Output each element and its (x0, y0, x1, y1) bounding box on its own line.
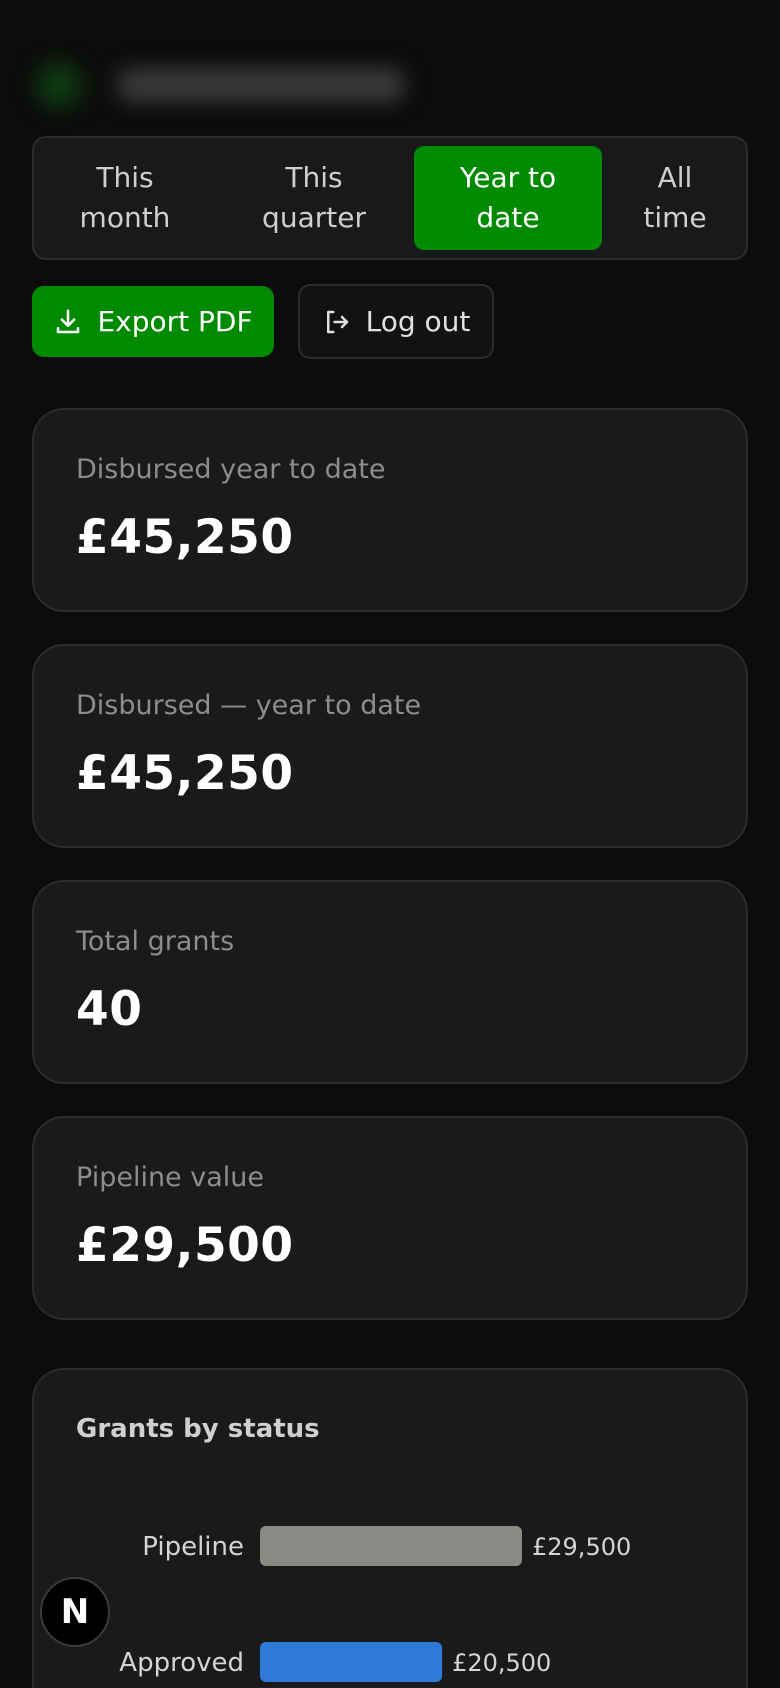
grants-by-status-chart: Pipeline £29,500 Approved £20,500 (119, 1526, 631, 1682)
stat-value: £29,500 (76, 1218, 294, 1273)
stat-label: Disbursed — year to date (76, 690, 422, 721)
stat-label: Total grants (76, 926, 235, 957)
category-label: Approved (119, 1648, 244, 1678)
stat-value: £45,250 (76, 510, 294, 565)
stat-label: Disbursed year to date (76, 454, 386, 485)
log-out-label: Log out (365, 305, 471, 338)
nextjs-badge-button[interactable]: N (40, 1577, 110, 1647)
tab-this-quarter[interactable]: This quarter (232, 146, 396, 250)
value-label: £20,500 (452, 1649, 551, 1677)
tab-label-line1: Year to (459, 161, 557, 194)
app-logo-icon (36, 62, 82, 108)
dashboard-page: This month This quarter Year to date All tim… (0, 0, 780, 1688)
bar-pipeline (260, 1526, 522, 1566)
stat-card-pipeline-value: Pipeline value £29,500 (32, 1116, 748, 1320)
stat-card-disbursed-ytd-2: Disbursed — year to date £45,250 (32, 644, 748, 848)
stat-value: £45,250 (76, 746, 294, 801)
period-tabs: This month This quarter Year to date All tim… (32, 136, 748, 260)
tab-label-line2: month (79, 201, 171, 234)
stat-label: Pipeline value (76, 1162, 264, 1193)
stat-value: 40 (76, 982, 143, 1037)
export-pdf-button[interactable]: Export PDF (32, 286, 274, 357)
tab-all-time[interactable]: All time (620, 146, 730, 250)
log-out-button[interactable]: Log out (298, 284, 494, 359)
download-icon (57, 309, 80, 333)
tab-label-line1: This (96, 161, 154, 194)
bar-approved (260, 1642, 443, 1682)
grants-by-status-card: Grants by status Pipeline £29,500 Approved… (32, 1368, 748, 1688)
tab-label-line1: This (285, 161, 343, 194)
tab-year-to-date[interactable]: Year to date (414, 146, 602, 250)
tab-label-line2: date (476, 201, 540, 234)
category-label: Pipeline (142, 1532, 244, 1562)
tab-label-line2: time (643, 201, 707, 234)
tab-label-line1: All (657, 161, 693, 194)
logout-icon (326, 310, 348, 333)
tab-label-line2: quarter (262, 201, 366, 234)
stat-card-total-grants: Total grants 40 (32, 880, 748, 1084)
stat-card-disbursed-ytd: Disbursed year to date £45,250 (32, 408, 748, 612)
value-label: £29,500 (532, 1533, 631, 1561)
app-title-redacted (116, 68, 406, 102)
blurred-header (26, 40, 426, 130)
nextjs-logo-icon: N (60, 1592, 90, 1632)
export-pdf-label: Export PDF (97, 305, 253, 338)
tab-this-month[interactable]: This month (50, 146, 200, 250)
